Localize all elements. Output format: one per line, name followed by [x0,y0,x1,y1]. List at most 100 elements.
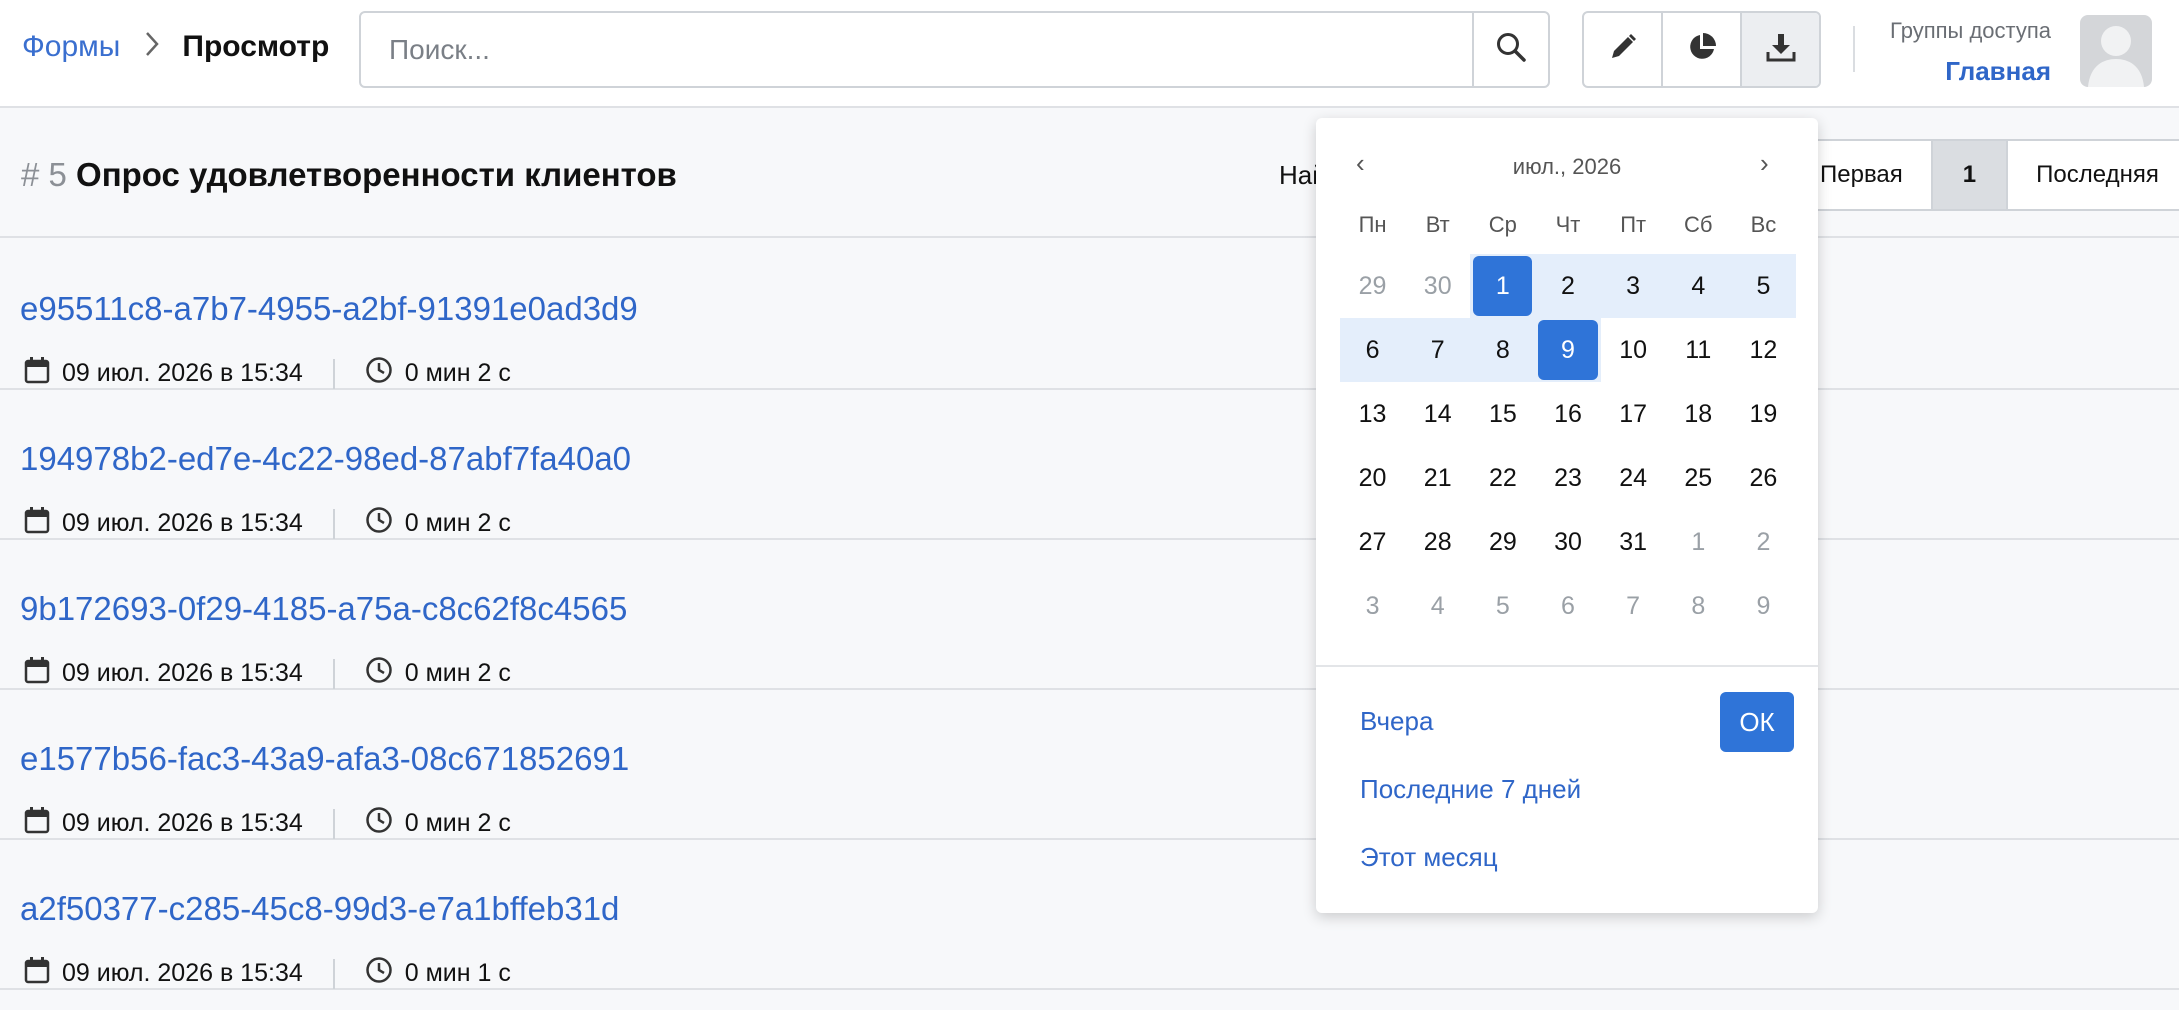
top-header: Формы Просмотр Поиск... Группы доступа Г… [0,0,2179,108]
calendar-day[interactable]: 18 [1666,382,1731,446]
calendar-day[interactable]: 3 [1340,574,1405,638]
calendar-day[interactable]: 31 [1601,510,1666,574]
response-id-link[interactable]: e1577b56-fac3-43a9-afa3-08c671852691 [20,740,629,778]
calendar-day-number: 3 [1626,271,1641,300]
access-groups-value[interactable]: Главная [1890,56,2051,87]
calendar-day[interactable]: 8 [1470,318,1536,382]
calendar-day-number: 14 [1423,399,1452,428]
calendar-day[interactable]: 29 [1340,254,1405,318]
list-item: 9b172693-0f29-4185-a75a-c8c62f8c4565 09 … [0,540,2179,690]
preset-yesterday[interactable]: Вчера [1360,706,1433,737]
calendar-day[interactable]: 2 [1535,254,1601,318]
pagination: Первая 1 Последняя [1790,139,2179,211]
calendar-day[interactable]: 4 [1405,574,1470,638]
response-id-link[interactable]: e95511c8-a7b7-4955-a2bf-91391e0ad3d9 [20,290,638,328]
preset-this-month[interactable]: Этот месяц [1360,842,1498,873]
calendar-day[interactable]: 30 [1405,254,1470,318]
calendar-day-number: 16 [1554,399,1582,428]
pagination-last[interactable]: Последняя [2006,141,2179,209]
calendar-day-number: 26 [1749,463,1778,492]
calendar-day[interactable]: 1 [1666,510,1731,574]
calendar-day[interactable]: 15 [1470,382,1535,446]
calendar-day[interactable]: 5 [1470,574,1535,638]
download-button[interactable] [1740,13,1819,86]
edit-button[interactable] [1584,13,1661,86]
list-item: a2f50377-c285-45c8-99d3-e7a1bffeb31d 09 … [0,840,2179,990]
toolbar-group [1582,11,1821,88]
calendar-day[interactable]: 21 [1405,446,1470,510]
meta-divider [332,958,335,989]
calendar-day[interactable]: 14 [1405,382,1470,446]
calendar-day-number: 31 [1619,527,1648,556]
calendar-day[interactable]: 6 [1340,318,1406,382]
calendar-day-selected[interactable]: 9 [1535,318,1601,382]
list-item: e95511c8-a7b7-4955-a2bf-91391e0ad3d9 09 … [0,240,2179,390]
response-id-link[interactable]: a2f50377-c285-45c8-99d3-e7a1bffeb31d [20,890,619,928]
response-date: 09 июл. 2026 в 15:34 [62,959,303,987]
month-label: июл., 2026 [1512,154,1622,179]
breadcrumb: Формы Просмотр [22,30,329,64]
breadcrumb-forms-link[interactable]: Формы [22,30,120,64]
calendar-day[interactable]: 2 [1731,510,1796,574]
calendar-day[interactable]: 16 [1535,382,1600,446]
calendar-day[interactable]: 25 [1666,446,1731,510]
response-list: e95511c8-a7b7-4955-a2bf-91391e0ad3d9 09 … [0,240,2179,990]
calendar-day[interactable]: 29 [1470,510,1535,574]
calendar-day[interactable]: 23 [1535,446,1600,510]
response-meta: 09 июл. 2026 в 15:34 0 мин 2 с [24,656,511,691]
response-duration: 0 мин 2 с [404,659,511,687]
form-title-row: # 5 Опрос удовлетворенности клиентов Най… [0,110,2179,238]
calendar-day[interactable]: 7 [1405,318,1471,382]
calendar-day-number: 20 [1358,463,1387,492]
next-month-button[interactable]: › [1760,148,1769,179]
calendar-day[interactable]: 24 [1601,446,1666,510]
calendar-day[interactable]: 9 [1731,574,1796,638]
calendar-day[interactable]: 10 [1601,318,1666,382]
calendar-icon [24,806,62,841]
calendar-day[interactable]: 13 [1340,382,1405,446]
calendar-day[interactable]: 20 [1340,446,1405,510]
download-icon [1766,32,1796,67]
calendar-day[interactable]: 8 [1666,574,1731,638]
clock-icon [365,956,405,991]
pagination-current[interactable]: 1 [1930,141,2007,209]
calendar-day[interactable]: 5 [1730,254,1796,318]
calendar-day[interactable]: 28 [1405,510,1470,574]
calendar-day[interactable]: 4 [1665,254,1731,318]
calendar-day[interactable]: 6 [1535,574,1600,638]
clock-icon [365,356,405,391]
calendar-day[interactable]: 30 [1535,510,1600,574]
response-duration: 0 мин 1 с [404,959,511,987]
date-picker-popup: ‹ июл., 2026 › Пн Вт Ср Чт Пт Сб Вс 29 30 1 2 3 4 5 6… [1316,118,1818,913]
calendar-day-number: 18 [1684,399,1713,428]
response-id-link[interactable]: 9b172693-0f29-4185-a75a-c8c62f8c4565 [20,590,627,628]
calendar-day[interactable]: 22 [1470,446,1535,510]
calendar-day-number: 7 [1430,335,1445,364]
response-meta: 09 июл. 2026 в 15:34 0 мин 2 с [24,806,511,841]
search-input[interactable] [361,13,1472,86]
calendar-day[interactable]: 7 [1601,574,1666,638]
picker-divider [1316,665,1818,667]
calendar-day-number: 23 [1554,463,1582,492]
calendar-day[interactable]: 3 [1600,254,1666,318]
calendar-day[interactable]: 26 [1731,446,1796,510]
calendar-day-number: 22 [1488,463,1517,492]
calendar-day[interactable]: 19 [1731,382,1796,446]
calendar-day-number: 30 [1554,527,1582,556]
calendar-icon [24,656,62,691]
response-date: 09 июл. 2026 в 15:34 [62,509,303,537]
calendar-day[interactable]: 11 [1666,318,1731,382]
statistics-button[interactable] [1661,13,1740,86]
response-id-link[interactable]: 194978b2-ed7e-4c22-98ed-87abf7fa40a0 [20,440,631,478]
search-button[interactable] [1472,13,1548,86]
avatar[interactable] [2080,15,2152,87]
ok-button[interactable]: ОК [1720,692,1794,752]
weekday-label: Сб [1684,212,1713,237]
calendar-day[interactable]: 12 [1731,318,1796,382]
calendar-day-selected[interactable]: 1 [1470,254,1536,318]
calendar-day[interactable]: 27 [1340,510,1405,574]
meta-divider [332,358,335,389]
preset-last-7-days[interactable]: Последние 7 дней [1360,774,1581,805]
calendar-day[interactable]: 17 [1601,382,1666,446]
weekday-label: Чт [1555,212,1581,237]
